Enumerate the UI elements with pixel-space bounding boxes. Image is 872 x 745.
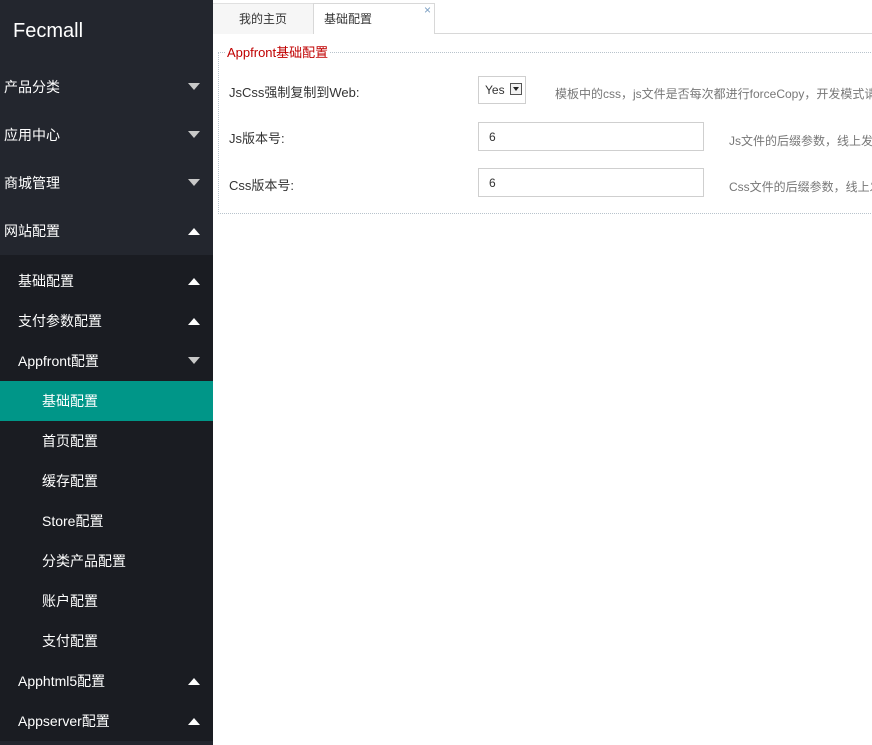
close-icon[interactable]: × (424, 0, 431, 25)
css-version-label: Css版本号: (229, 178, 295, 193)
sidebar-leaf-label: 首页配置 (42, 433, 98, 449)
dropdown-arrow-icon (510, 83, 522, 95)
chevron-up-icon (188, 318, 200, 325)
sidebar-subitem-basic-config[interactable]: 基础配置 (0, 261, 213, 301)
chevron-up-icon (188, 718, 200, 725)
sidebar-item-mall-management[interactable]: 商城管理 (0, 159, 213, 207)
sidebar-subitem-apphtml5-config[interactable]: Apphtml5配置 (0, 661, 213, 701)
sidebar-subitem-label: Appfront配置 (18, 353, 99, 369)
chevron-up-icon (188, 228, 200, 235)
sidebar-subitem-label: 基础配置 (18, 273, 74, 289)
chevron-down-icon (188, 357, 200, 364)
sidebar-leaf-category-product-config[interactable]: 分类产品配置 (0, 541, 213, 581)
tab-bar: 我的主页 基础配置 × (213, 0, 872, 34)
fieldset-legend: Appfront基础配置 (225, 45, 331, 61)
jscss-copy-select[interactable]: Yes (478, 76, 526, 104)
sidebar-leaf-label: 基础配置 (42, 393, 98, 409)
sidebar-item-label: 产品分类 (4, 79, 60, 95)
appfront-config-fieldset: Appfront基础配置 JsCss强制复制到Web: Yes 模板中的css，… (218, 45, 872, 214)
css-version-hint: Css文件的后缀参数，线上发 (729, 180, 872, 194)
sidebar-leaf-payment-config[interactable]: 支付配置 (0, 621, 213, 661)
sidebar-leaf-label: Store配置 (42, 513, 104, 529)
sidebar-subitem-label: Appserver配置 (18, 713, 110, 729)
js-version-input[interactable] (478, 122, 704, 151)
sidebar-leaf-label: 缓存配置 (42, 473, 98, 489)
sidebar-item-product-category[interactable]: 产品分类 (0, 63, 213, 111)
jscss-copy-label: JsCss强制复制到Web: (229, 85, 360, 100)
sidebar-item-label: 商城管理 (4, 175, 60, 191)
chevron-down-icon (188, 131, 200, 138)
sidebar-leaf-account-config[interactable]: 账户配置 (0, 581, 213, 621)
jscss-copy-hint: 模板中的css，js文件是否每次都进行forceCopy，开发模式请 (555, 87, 872, 101)
chevron-up-icon (188, 678, 200, 685)
sidebar-submenu: 基础配置 支付参数配置 Appfront配置 基础配置 首页配置 缓存配置 St… (0, 255, 213, 741)
tab-label: 基础配置 (324, 12, 373, 26)
css-version-input[interactable] (478, 168, 704, 197)
chevron-down-icon (188, 179, 200, 186)
sidebar-subitem-appfront-config[interactable]: Appfront配置 (0, 341, 213, 381)
sidebar-subitem-payment-params[interactable]: 支付参数配置 (0, 301, 213, 341)
js-version-hint: Js文件的后缀参数，线上发 (729, 134, 872, 148)
select-value: Yes (485, 83, 505, 97)
app-logo: Fecmall (13, 20, 84, 42)
sidebar-item-label: 网站配置 (4, 223, 60, 239)
sidebar-leaf-label: 账户配置 (42, 593, 98, 609)
sidebar-subitem-label: 支付参数配置 (18, 313, 102, 329)
sidebar-subitem-appserver-config[interactable]: Appserver配置 (0, 701, 213, 741)
sidebar-leaf-label: 分类产品配置 (42, 553, 126, 569)
sidebar-leaf-cache-config[interactable]: 缓存配置 (0, 461, 213, 501)
sidebar-item-site-config[interactable]: 网站配置 (0, 207, 213, 255)
sidebar: Fecmall 产品分类 应用中心 商城管理 网站配置 基础配置 支付参数配置 … (0, 0, 213, 745)
sidebar-subitem-label: Apphtml5配置 (18, 673, 106, 689)
chevron-up-icon (188, 278, 200, 285)
sidebar-item-label: 应用中心 (4, 127, 60, 143)
chevron-down-icon (188, 83, 200, 90)
tab-label: 我的主页 (238, 12, 287, 26)
tab-home[interactable]: 我的主页 (213, 3, 313, 34)
sidebar-leaf-home-config[interactable]: 首页配置 (0, 421, 213, 461)
js-version-label: Js版本号: (229, 131, 285, 146)
sidebar-leaf-basic-config[interactable]: 基础配置 (0, 381, 213, 421)
tab-basic-config[interactable]: 基础配置 × (313, 3, 435, 34)
sidebar-leaf-store-config[interactable]: Store配置 (0, 501, 213, 541)
sidebar-leaf-label: 支付配置 (42, 633, 98, 649)
sidebar-item-app-center[interactable]: 应用中心 (0, 111, 213, 159)
